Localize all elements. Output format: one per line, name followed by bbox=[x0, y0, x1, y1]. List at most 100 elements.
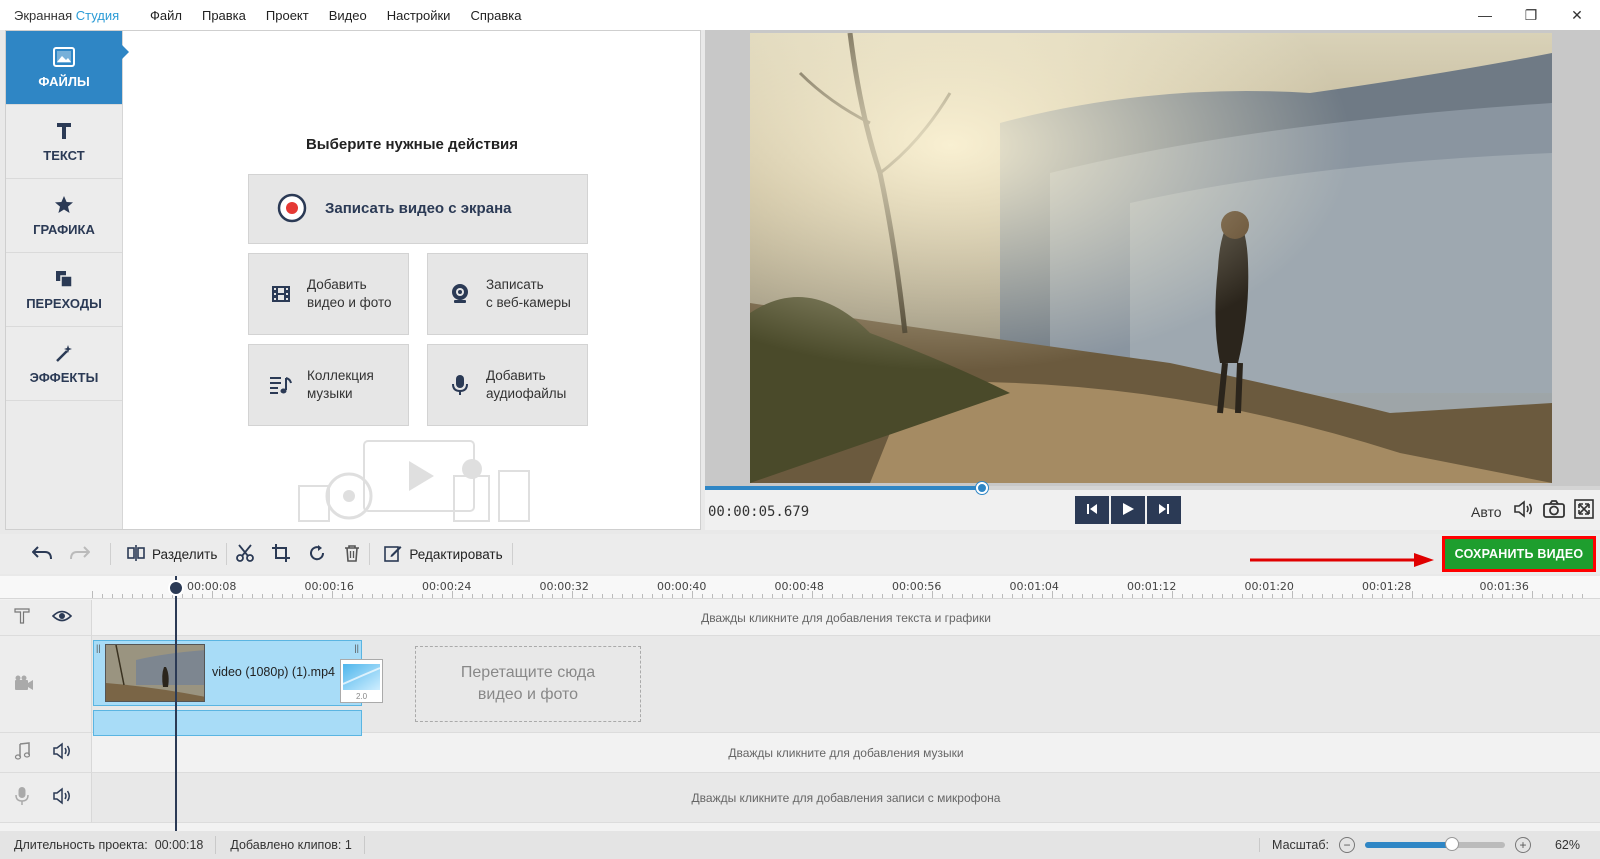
rotate-button[interactable] bbox=[299, 534, 335, 574]
close-button[interactable]: ✕ bbox=[1554, 0, 1600, 30]
menu-edit[interactable]: Правка bbox=[192, 8, 256, 23]
music-collection-button[interactable]: Коллекция музыки bbox=[248, 344, 409, 426]
ruler-tick bbox=[92, 591, 93, 598]
menu-help[interactable]: Справка bbox=[460, 8, 531, 23]
skip-back-icon bbox=[1086, 503, 1098, 518]
webcam-record-button[interactable]: Записать с веб-камеры bbox=[427, 253, 588, 335]
ruler-tick bbox=[962, 594, 963, 598]
clip-trim-handle-right[interactable]: || bbox=[354, 643, 359, 653]
crop-button[interactable] bbox=[263, 534, 299, 574]
visibility-toggle[interactable] bbox=[51, 609, 73, 626]
timeline-ruler[interactable]: 00:00:08 00:00:16 00:00:24 00:00:32 00:00:40… bbox=[92, 576, 1600, 599]
zoom-slider-fill bbox=[1364, 842, 1452, 848]
window-controls: — ❐ ✕ bbox=[1462, 0, 1600, 30]
nav-graphics[interactable]: ГРАФИКА bbox=[6, 179, 122, 253]
zoom-out-button[interactable]: − bbox=[1338, 837, 1355, 853]
redo-button[interactable] bbox=[61, 534, 110, 574]
transitions-icon bbox=[53, 268, 75, 290]
text-track[interactable]: Дважды кликните для добавления текста и … bbox=[92, 600, 1600, 636]
ruler-tick bbox=[482, 594, 483, 598]
zoom-in-button[interactable]: + bbox=[1514, 837, 1531, 853]
ruler-tick bbox=[1572, 594, 1573, 598]
add-media-button[interactable]: Добавить видео и фото bbox=[248, 253, 409, 335]
ruler-tick-label: 00:00:32 bbox=[539, 580, 589, 593]
zoom-slider[interactable] bbox=[1364, 837, 1505, 851]
volume-button[interactable] bbox=[1513, 498, 1535, 522]
undo-button[interactable] bbox=[0, 534, 61, 574]
mic-track[interactable]: Дважды кликните для добавления записи с … bbox=[92, 773, 1600, 823]
menu-file[interactable]: Файл bbox=[140, 8, 192, 23]
ruler-tick bbox=[1152, 594, 1153, 598]
preview-timecode: 00:00:05.679 bbox=[708, 504, 810, 520]
menu-settings[interactable]: Настройки bbox=[377, 8, 461, 23]
add-audio-label: Добавить аудиофайлы bbox=[486, 367, 566, 403]
save-video-button[interactable]: СОХРАНИТЬ ВИДЕО bbox=[1442, 536, 1596, 572]
cut-button[interactable] bbox=[227, 534, 263, 574]
mic-volume-button[interactable] bbox=[52, 787, 72, 808]
ruler-tick bbox=[602, 594, 603, 598]
ruler-tick bbox=[1262, 594, 1263, 598]
video-preview[interactable] bbox=[750, 33, 1552, 483]
playhead-handle[interactable] bbox=[168, 580, 184, 596]
edit-button[interactable]: Редактировать bbox=[370, 534, 511, 574]
music-track[interactable]: Дважды кликните для добавления музыки bbox=[92, 733, 1600, 773]
mic-track-icon bbox=[14, 786, 30, 809]
drop-zone-line1: Перетащите сюда bbox=[460, 664, 596, 681]
nav-transitions[interactable]: ПЕРЕХОДЫ bbox=[6, 253, 122, 327]
delete-button[interactable] bbox=[335, 534, 369, 574]
ruler-tick bbox=[1132, 594, 1133, 598]
rotate-icon bbox=[308, 544, 326, 565]
ruler-tick bbox=[262, 594, 263, 598]
music-collection-label: Коллекция музыки bbox=[307, 367, 374, 403]
record-screen-button[interactable]: Записать видео с экрана bbox=[248, 174, 588, 244]
ruler-tick bbox=[1512, 594, 1513, 598]
ruler-tick bbox=[1252, 594, 1253, 598]
menu-project[interactable]: Проект bbox=[256, 8, 319, 23]
preview-tools bbox=[1513, 498, 1595, 522]
add-audio-button[interactable]: Добавить аудиофайлы bbox=[427, 344, 588, 426]
ruler-tick bbox=[312, 594, 313, 598]
minimize-button[interactable]: — bbox=[1462, 0, 1508, 30]
menu-video[interactable]: Видео bbox=[319, 8, 377, 23]
ruler-tick-label: 00:00:24 bbox=[422, 580, 472, 593]
nav-text[interactable]: ТЕКСТ bbox=[6, 105, 122, 179]
ruler-tick bbox=[1062, 594, 1063, 598]
ruler-tick bbox=[282, 594, 283, 598]
ruler-tick bbox=[902, 594, 903, 598]
ruler-tick bbox=[542, 594, 543, 598]
video-clip[interactable]: || || video (1080p) (1).mp4 bbox=[93, 640, 362, 706]
ruler-tick bbox=[1392, 594, 1393, 598]
media-drop-zone[interactable]: Перетащите сюда видео и фото bbox=[415, 646, 641, 722]
quality-selector[interactable]: Авто bbox=[1471, 504, 1502, 520]
snapshot-button[interactable] bbox=[1543, 498, 1565, 522]
nav-files[interactable]: ФАЙЛЫ bbox=[6, 31, 129, 105]
fullscreen-button[interactable] bbox=[1573, 498, 1595, 522]
split-button[interactable]: Разделить bbox=[111, 534, 226, 574]
clip-audio-strip[interactable] bbox=[93, 710, 362, 736]
play-button[interactable] bbox=[1111, 496, 1145, 524]
side-nav: ФАЙЛЫ ТЕКСТ ГРАФИКА ПЕРЕХОДЫ ЭФФЕКТЫ bbox=[6, 31, 129, 529]
ruler-tick bbox=[1272, 594, 1273, 598]
ruler-tick bbox=[1082, 594, 1083, 598]
nav-effects[interactable]: ЭФФЕКТЫ bbox=[6, 327, 122, 401]
maximize-button[interactable]: ❐ bbox=[1508, 0, 1554, 30]
zoom-slider-handle[interactable] bbox=[1444, 837, 1459, 851]
edit-icon bbox=[384, 544, 402, 565]
ruler-tick bbox=[1222, 594, 1223, 598]
preview-progress-handle[interactable] bbox=[976, 482, 989, 494]
preview-progress-bar[interactable] bbox=[705, 482, 1600, 494]
next-button[interactable] bbox=[1147, 496, 1181, 524]
text-track-icon bbox=[14, 608, 30, 627]
edit-label: Редактировать bbox=[409, 546, 503, 562]
undo-icon bbox=[31, 545, 52, 563]
menu-bar: Файл Правка Проект Видео Настройки Справ… bbox=[140, 8, 531, 23]
ruler-tick bbox=[1022, 594, 1023, 598]
ruler-tick bbox=[982, 594, 983, 598]
clip-trim-handle-left[interactable]: || bbox=[96, 643, 101, 653]
nav-transitions-label: ПЕРЕХОДЫ bbox=[26, 296, 102, 311]
previous-button[interactable] bbox=[1075, 496, 1109, 524]
toolbar-separator bbox=[511, 543, 513, 565]
transition-thumbnail[interactable]: 2.0 bbox=[340, 659, 383, 703]
ruler-tick-label: 00:00:40 bbox=[657, 580, 707, 593]
music-volume-button[interactable] bbox=[52, 742, 72, 763]
